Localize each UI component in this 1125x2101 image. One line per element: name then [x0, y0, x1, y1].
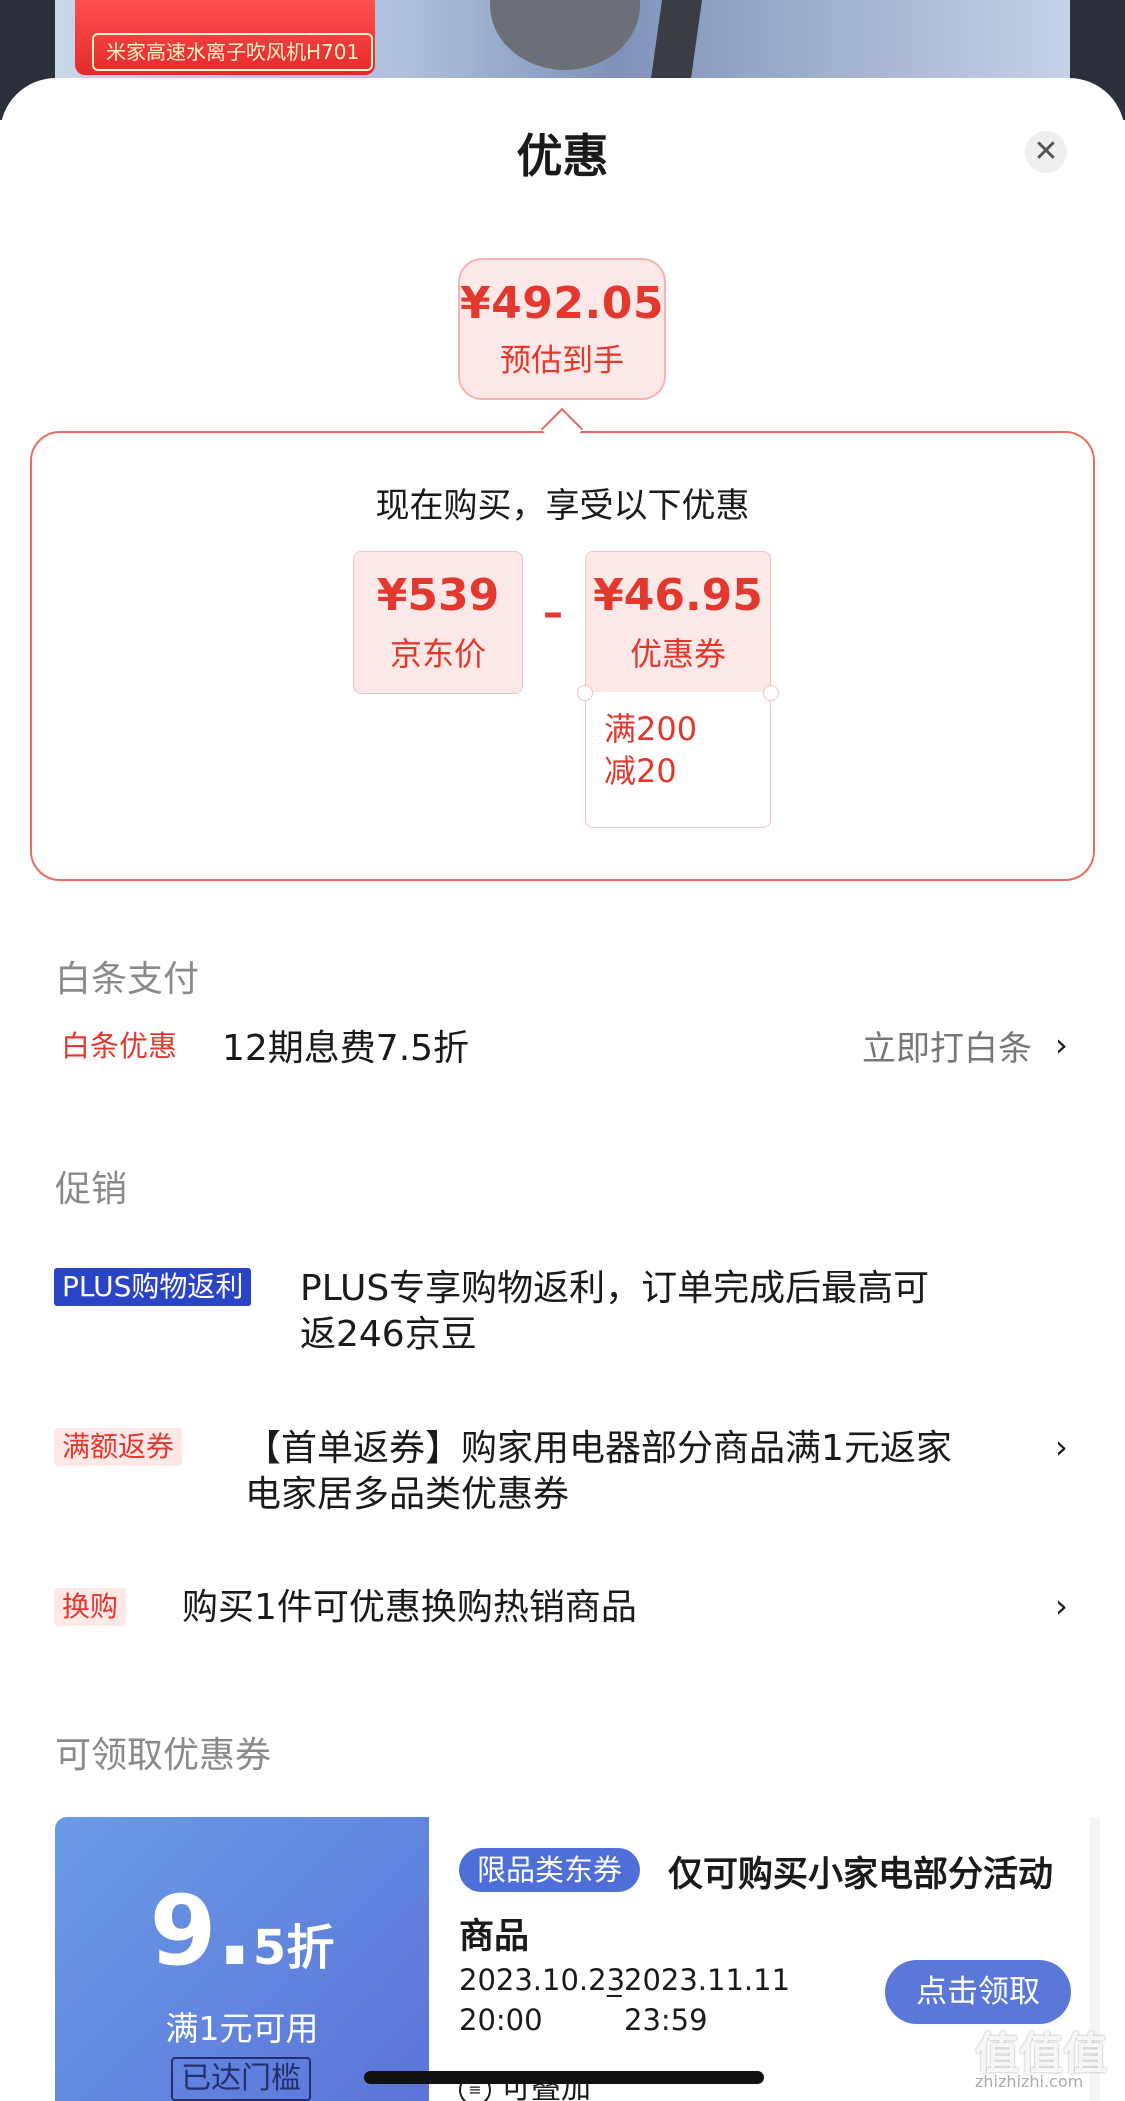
- trade-in-text[interactable]: 购买1件可优惠换购热销商品: [182, 1585, 637, 1631]
- coupon-rule: 满200 减20: [585, 692, 771, 828]
- coupon-end-time: 23:59: [624, 2003, 708, 2037]
- estimated-price-label: 预估到手: [500, 343, 624, 379]
- coupon-date-dash: _: [607, 1963, 622, 1997]
- chevron-right-icon[interactable]: ›: [1055, 1428, 1068, 1466]
- promotion-section-title: 促销: [55, 1169, 128, 1210]
- coupon-discount-small: 5折: [252, 1920, 335, 1976]
- coupon-return-line1[interactable]: 【首单返券】购家用电器部分商品满1元返家: [245, 1426, 952, 1472]
- baitiao-action[interactable]: 立即打白条: [862, 1026, 1032, 1072]
- plus-rebate-tag: PLUS购物返利: [54, 1268, 252, 1306]
- breakdown-title: 现在购买，享受以下优惠: [375, 486, 750, 526]
- plus-rebate-line1: PLUS专享购物返利，订单完成后最高可: [300, 1268, 930, 1309]
- coupon-condition: 满1元可用: [165, 2009, 319, 2048]
- coupon-status-badge: 已达门槛: [171, 2057, 311, 2101]
- coupon-start-date: 2023.10.23: [459, 1963, 626, 1997]
- coupon-notch-left: [577, 685, 593, 701]
- minus-operator: –: [543, 590, 563, 636]
- coupon-discount-panel: 9.5折 满1元可用 已达门槛: [55, 1817, 429, 2101]
- baitiao-section-title: 白条支付: [55, 959, 200, 1000]
- trade-in-tag: 换购: [54, 1588, 127, 1626]
- baitiao-offer: 12期息费7.5折: [222, 1028, 470, 1069]
- home-indicator[interactable]: [364, 2071, 764, 2084]
- estimated-price-badge: ¥492.05 预估到手: [458, 258, 666, 400]
- coupon-notch-right: [763, 685, 779, 701]
- chevron-right-icon[interactable]: ›: [1055, 1026, 1068, 1064]
- coupons-section-title: 可领取优惠券: [55, 1735, 272, 1776]
- coupon-price-card: ¥46.95 优惠券: [585, 551, 771, 694]
- coupon-end-date: 2023.11.11: [624, 1963, 791, 1997]
- jd-price-card: ¥539 京东价: [353, 551, 523, 694]
- coupon-title-line1: 仅可购买小家电部分活动: [668, 1855, 1054, 1895]
- coupon-discount-big: 9.: [149, 1875, 253, 1987]
- coupon-return-tag: 满额返券: [54, 1428, 183, 1466]
- coupon-return-line2[interactable]: 电家居多品类优惠券: [245, 1472, 569, 1518]
- banner-product-name: 米家高速水离子吹风机H701: [92, 33, 374, 71]
- coupon-value: ¥46.95: [593, 570, 763, 621]
- plus-rebate-line2: 返246京豆: [300, 1314, 477, 1355]
- coupon-discount: 9.5折: [55, 1875, 429, 1987]
- coupon-rule-line1: 满200: [604, 710, 698, 748]
- sheet-title: 优惠: [516, 129, 609, 183]
- estimated-price: ¥492.05: [460, 278, 664, 329]
- close-icon[interactable]: ✕: [1025, 131, 1067, 173]
- coupon-label: 优惠券: [629, 635, 726, 673]
- jd-price-value: ¥539: [376, 570, 500, 621]
- watermark-url: zhizhizhi.com: [975, 2072, 1084, 2091]
- coupon-rule-line2: 减20: [604, 752, 677, 790]
- coupon-category-tag: 限品类东券: [459, 1848, 641, 1892]
- baitiao-tag: 白条优惠: [61, 1029, 178, 1063]
- jd-price-label: 京东价: [389, 635, 486, 673]
- chevron-right-icon[interactable]: ›: [1055, 1587, 1068, 1625]
- coupon-title-line2: 商品: [459, 1917, 530, 1957]
- coupon-start-time: 20:00: [459, 2003, 543, 2037]
- claim-coupon-button[interactable]: 点击领取: [885, 1960, 1071, 2024]
